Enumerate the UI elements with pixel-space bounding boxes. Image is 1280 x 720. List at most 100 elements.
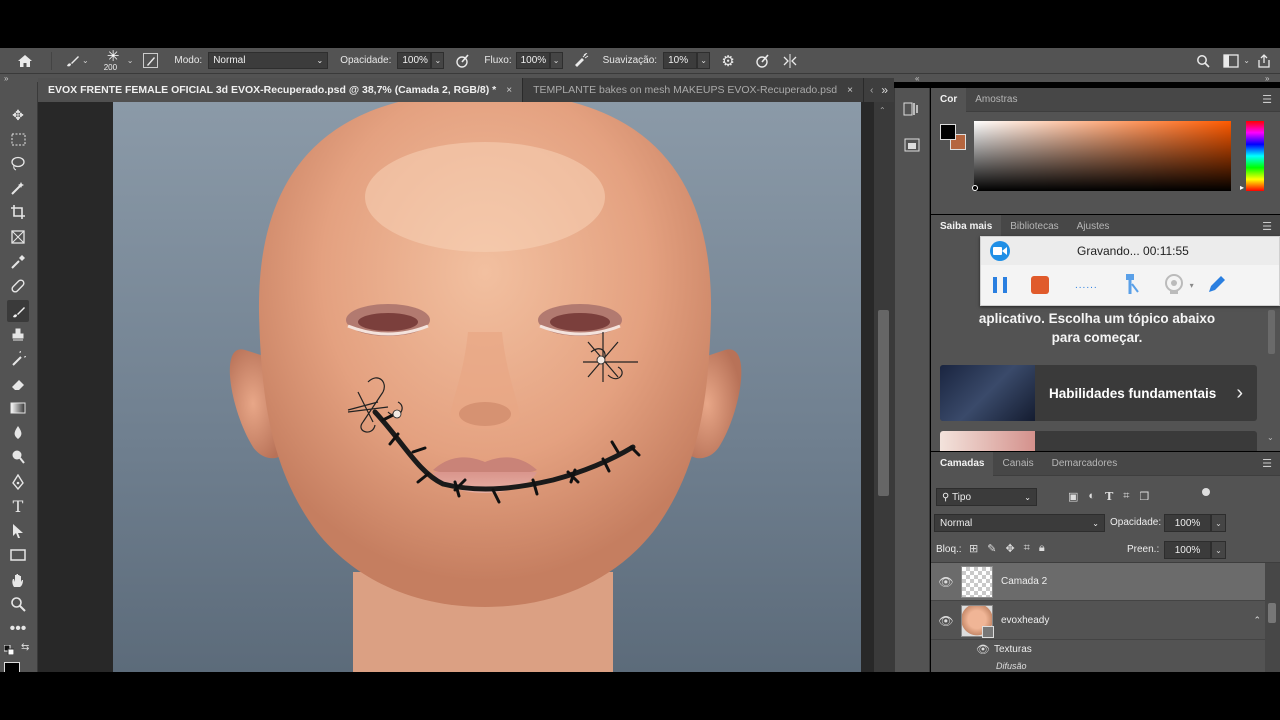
tab-saiba-mais[interactable]: Saiba mais (931, 214, 1002, 239)
chevron-down-icon[interactable]: ▾ (1190, 281, 1194, 290)
lock-transparency-icon[interactable]: ⊞ (969, 542, 978, 555)
gear-icon[interactable]: ⚙ (720, 53, 736, 70)
fill-input[interactable]: 100% (1164, 541, 1211, 559)
panel-menu-icon[interactable]: ☰ (1262, 220, 1272, 233)
filter-smart-object-icon[interactable]: ❒ (1139, 490, 1149, 503)
chevron-down-icon[interactable]: ⌄ (127, 56, 134, 65)
hue-slider-handle[interactable]: ▸ (1240, 183, 1244, 192)
lock-position-icon[interactable]: ✥ (1005, 542, 1014, 555)
smoothing-dropdown[interactable]: ⌄ (697, 52, 711, 69)
flow-input[interactable]: 100% (515, 52, 550, 69)
tab-canais[interactable]: Canais (993, 452, 1042, 476)
properties-panel-icon[interactable] (903, 136, 921, 157)
filter-type-icon[interactable]: T (1105, 490, 1113, 503)
tab-camadas[interactable]: Camadas (931, 451, 994, 476)
tab-evox-frente[interactable]: EVOX FRENTE FEMALE OFICIAL 3d EVOX-Recup… (38, 78, 524, 102)
scroll-down-icon[interactable]: ⌄ (1267, 433, 1274, 442)
swap-colors-icon[interactable]: ⇆ (21, 642, 29, 653)
tab-ajustes[interactable]: Ajustes (1068, 215, 1119, 239)
move-tool-icon[interactable]: ✥ (7, 104, 29, 126)
clone-stamp-tool-icon[interactable] (7, 324, 29, 346)
eyedropper-tool-icon[interactable] (7, 251, 29, 273)
tab-bibliotecas[interactable]: Bibliotecas (1001, 215, 1067, 239)
smoothing-input[interactable]: 10% (663, 52, 698, 69)
webcam-icon[interactable] (1164, 273, 1186, 298)
document-canvas[interactable] (113, 102, 861, 672)
brush-preset-picker[interactable]: ✳ 200 (103, 48, 125, 74)
hue-slider[interactable] (1246, 121, 1264, 191)
dodge-tool-icon[interactable] (7, 446, 29, 468)
foreground-swatch[interactable] (940, 124, 956, 140)
mode-select[interactable]: Normal ⌄ (208, 52, 329, 69)
eraser-tool-icon[interactable] (7, 373, 29, 395)
tabs-overflow-icon[interactable]: » (881, 78, 894, 102)
scroll-up-icon[interactable]: ⌃ (879, 106, 886, 115)
marquee-tool-icon[interactable] (7, 128, 29, 150)
pause-button[interactable] (993, 277, 1007, 293)
blur-tool-icon[interactable] (7, 422, 29, 444)
lasso-tool-icon[interactable] (7, 152, 29, 174)
tab-demarcadores[interactable]: Demarcadores (1043, 452, 1127, 476)
tab-amostras[interactable]: Amostras (966, 88, 1026, 112)
close-icon[interactable]: × (847, 85, 853, 96)
crop-tool-icon[interactable] (7, 201, 29, 223)
symmetry-icon[interactable] (782, 53, 798, 69)
history-brush-tool-icon[interactable] (7, 348, 29, 370)
frame-tool-icon[interactable] (7, 226, 29, 248)
opacity-input[interactable]: 100% (397, 52, 432, 69)
tab-cor[interactable]: Cor (931, 87, 967, 112)
search-icon[interactable] (1195, 53, 1211, 69)
zoom-tool-icon[interactable] (7, 593, 29, 615)
gradient-tool-icon[interactable] (7, 397, 29, 419)
lock-pixels-icon[interactable]: ✎ (987, 542, 996, 555)
layer-row-evoxheady[interactable]: 👁︎ evoxheady ⌃ (931, 602, 1265, 640)
home-icon[interactable] (17, 53, 33, 69)
brush-tool-icon[interactable] (7, 300, 29, 322)
layer-opacity-dropdown[interactable]: ⌄ (1211, 514, 1226, 532)
eye-icon[interactable]: 👁︎ (931, 575, 961, 589)
fill-dropdown[interactable]: ⌄ (1211, 541, 1226, 559)
rectangle-tool-icon[interactable] (7, 544, 29, 566)
path-selection-tool-icon[interactable] (7, 520, 29, 542)
card-habilidades[interactable]: Habilidades fundamentais › (940, 365, 1257, 421)
chevron-down-icon[interactable]: ⌄ (1243, 56, 1250, 65)
layer-opacity-input[interactable]: 100% (1164, 514, 1211, 532)
brush-tool-icon[interactable] (64, 53, 80, 69)
card-next[interactable] (940, 431, 1257, 451)
color-picker-handle[interactable] (972, 185, 978, 191)
pressure-opacity-icon[interactable] (454, 53, 470, 69)
workspace-icon[interactable] (1223, 53, 1239, 69)
filter-adjustment-icon[interactable]: ◐ (1088, 490, 1095, 503)
pressure-size-icon[interactable] (754, 53, 770, 69)
lock-artboard-icon[interactable]: ⌗ (1024, 542, 1030, 555)
close-icon[interactable]: × (506, 85, 512, 96)
layers-scrollbar[interactable] (1265, 563, 1280, 672)
quick-selection-tool-icon[interactable] (7, 177, 29, 199)
foreground-color-swatch[interactable] (4, 662, 20, 672)
pencil-icon[interactable] (1206, 273, 1228, 298)
eye-icon[interactable]: 👁︎ (931, 614, 961, 628)
type-tool-icon[interactable]: T (7, 495, 29, 517)
airbrush-icon[interactable] (573, 52, 589, 69)
color-field[interactable] (974, 121, 1231, 191)
opacity-dropdown[interactable]: ⌄ (431, 52, 445, 69)
filter-shape-icon[interactable]: ⌗ (1123, 490, 1129, 503)
expand-panels-icon[interactable]: » (1265, 74, 1269, 83)
hand-tool-icon[interactable] (7, 569, 29, 591)
eye-icon[interactable]: 👁︎ (976, 643, 990, 656)
panel-menu-icon[interactable]: ☰ (1262, 457, 1272, 470)
pointer-tool-icon[interactable] (1120, 272, 1140, 299)
healing-brush-tool-icon[interactable] (7, 275, 29, 297)
history-panel-icon[interactable] (903, 100, 921, 121)
collapse-layer-icon[interactable]: ⌃ (1253, 615, 1261, 626)
lock-all-icon[interactable]: 🔒︎ (1039, 542, 1045, 555)
tab-templante[interactable]: TEMPLANTE bakes on mesh MAKEUPS EVOX-Rec… (523, 78, 864, 102)
layer-filter-select[interactable]: ⚲ Tipo ⌄ (936, 488, 1037, 506)
sublayer-texturas[interactable]: 👁︎ Texturas (976, 643, 1032, 656)
scrollbar-thumb[interactable] (878, 310, 889, 496)
layer-row-camada-2[interactable]: 👁︎ Camada 2 (931, 563, 1265, 601)
brush-settings-panel-icon[interactable] (143, 53, 159, 68)
learn-scrollbar[interactable] (1268, 310, 1275, 354)
filter-toggle[interactable] (1202, 488, 1210, 496)
chevron-down-icon[interactable]: ⌄ (82, 56, 89, 65)
